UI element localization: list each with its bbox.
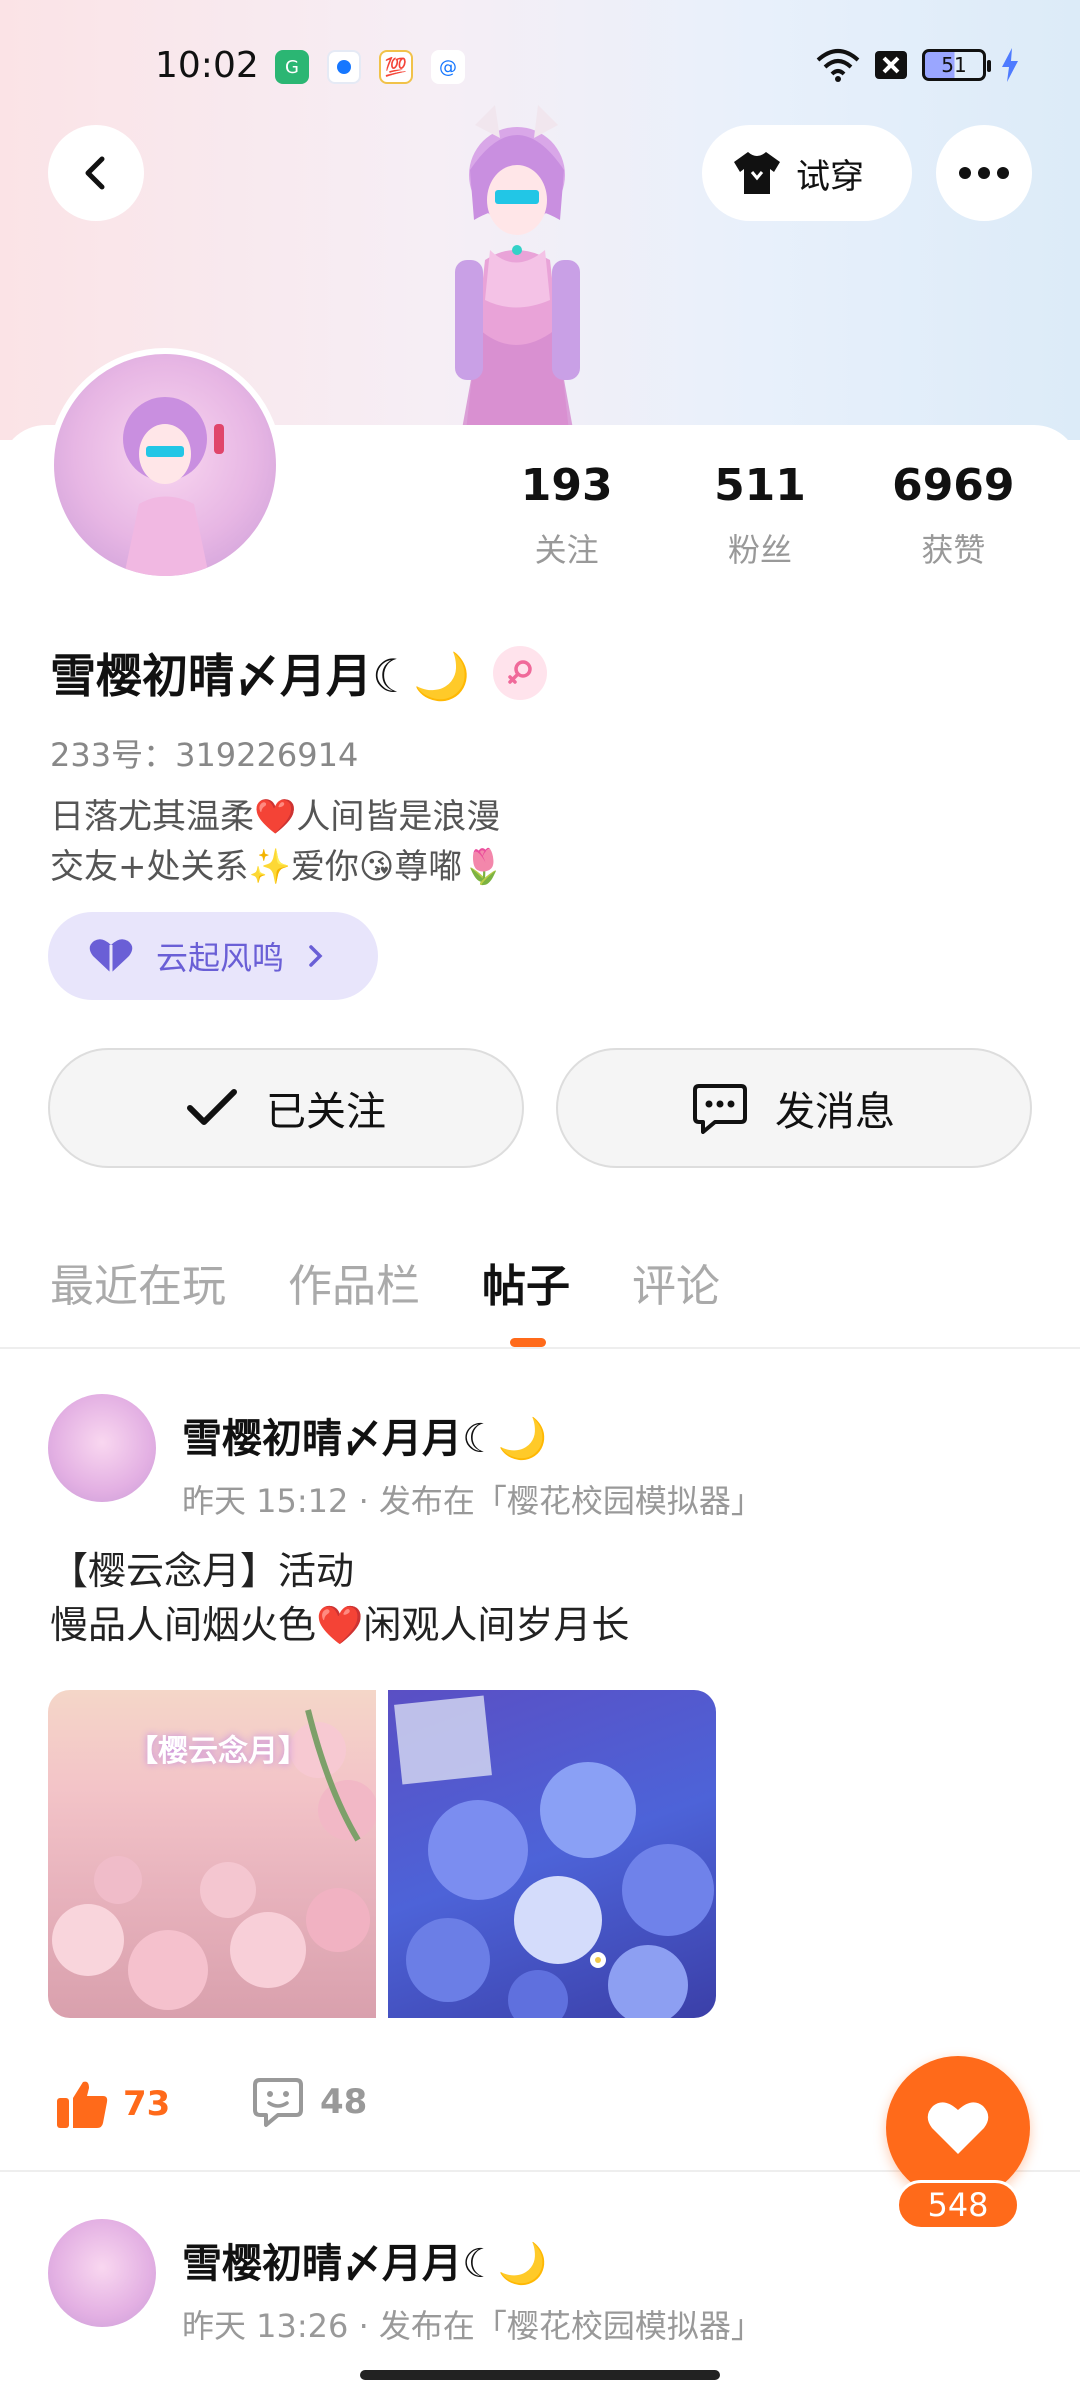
- tabs-divider: [0, 1347, 1080, 1349]
- followers-label: 粉丝: [727, 531, 792, 569]
- followed-button[interactable]: 已关注: [48, 1048, 524, 1168]
- user-id: 233号：319226914: [50, 736, 359, 774]
- app-notification-icon: @: [431, 50, 465, 84]
- profile-stats: 193 关注 511 粉丝 6969 获赞: [470, 460, 1050, 571]
- club-label: 云起风鸣: [156, 939, 285, 977]
- try-on-button[interactable]: 试穿: [702, 125, 912, 221]
- bio-line: 交友+处关系✨爱你😘尊嘟🌷: [50, 847, 505, 887]
- profile-name: 雪樱初晴〆月月☾🌙: [50, 649, 471, 703]
- battery-level: 51: [941, 53, 967, 77]
- app-notification-icon: 💯: [379, 50, 413, 84]
- following-count: 193: [520, 460, 613, 511]
- send-message-button[interactable]: 发消息: [556, 1048, 1032, 1168]
- comment-icon: [253, 2078, 303, 2127]
- status-time: 10:02: [155, 45, 259, 86]
- app-notification-icon: G: [275, 50, 309, 84]
- send-message-label: 发消息: [775, 1089, 895, 1135]
- bio-line: 日落尤其温柔❤️人间皆是浪漫: [50, 797, 501, 837]
- no-signal-icon: [875, 51, 907, 79]
- post-meta: 昨天 15:12 · 发布在「樱花校园模拟器」: [182, 1482, 763, 1520]
- floating-like-button[interactable]: [886, 2056, 1030, 2200]
- likes-received-label: 获赞: [921, 531, 986, 569]
- post-image[interactable]: 【樱云念月】: [48, 1690, 376, 2018]
- club-badge-button[interactable]: 云起风鸣: [48, 912, 378, 1000]
- post-text-line: 【樱云念月】活动: [50, 1549, 355, 1593]
- post-image[interactable]: [388, 1690, 716, 2018]
- female-gender-icon: [492, 646, 547, 700]
- heart-icon: [927, 2102, 989, 2154]
- more-options-button[interactable]: [936, 125, 1032, 221]
- thumbs-up-icon: [57, 2081, 108, 2128]
- floating-like-count: 548: [896, 2180, 1020, 2230]
- tshirt-icon: [734, 152, 780, 194]
- chat-bubble-icon: [693, 1084, 747, 1134]
- profile-name-row: 雪樱初晴〆月月☾🌙: [50, 640, 547, 706]
- charging-icon: [1002, 48, 1018, 82]
- more-dots-icon: [959, 167, 1009, 179]
- check-icon: [187, 1089, 237, 1125]
- image-caption: 【樱云念月】: [128, 1734, 308, 1769]
- post-author-name[interactable]: 雪樱初晴〆月月☾🌙: [182, 1406, 548, 1464]
- tab-posts[interactable]: 帖子: [482, 1250, 570, 1314]
- chevron-right-icon: [309, 945, 323, 967]
- followers-stat[interactable]: 511 粉丝: [663, 460, 856, 571]
- likes-received-stat[interactable]: 6969 获赞: [857, 460, 1050, 571]
- venus-icon: [507, 660, 532, 684]
- profile-tabs: 最近在玩 作品栏 帖子 评论: [50, 1250, 720, 1314]
- bio: 日落尤其温柔❤️人间皆是浪漫 交友+处关系✨爱你😘尊嘟🌷: [50, 792, 505, 892]
- post-comment-button[interactable]: 48: [252, 2076, 367, 2128]
- chevron-left-icon: [85, 156, 105, 190]
- avatar[interactable]: [48, 348, 282, 582]
- post-author-avatar[interactable]: [48, 2219, 156, 2327]
- post-text: 【樱云念月】活动 慢品人间烟火色❤️闲观人间岁月长: [50, 1544, 629, 1652]
- post-meta: 昨天 13:26 · 发布在「樱花校园模拟器」: [182, 2307, 763, 2345]
- tab-works[interactable]: 作品栏: [288, 1250, 420, 1314]
- app-notification-icon: [327, 50, 361, 84]
- following-stat[interactable]: 193 关注: [470, 460, 663, 571]
- avatar-character-image: [123, 397, 224, 576]
- wifi-icon: [816, 49, 860, 82]
- following-label: 关注: [534, 531, 599, 569]
- tab-comments[interactable]: 评论: [632, 1250, 720, 1314]
- followers-count: 511: [714, 460, 806, 511]
- post-comment-count: 48: [320, 2082, 368, 2122]
- active-tab-indicator: [510, 1338, 546, 1347]
- heart-icon: [89, 939, 133, 973]
- likes-received-count: 6969: [892, 460, 1015, 511]
- character-figure-image: [455, 105, 580, 440]
- back-button[interactable]: [48, 125, 144, 221]
- try-on-label: 试穿: [796, 156, 864, 197]
- home-indicator[interactable]: [360, 2370, 720, 2380]
- blue-roses-image: [394, 1695, 714, 2018]
- post-text-line: 慢品人间烟火色❤️闲观人间岁月长: [50, 1603, 630, 1647]
- battery-icon: 51: [922, 49, 991, 81]
- tab-recently-played[interactable]: 最近在玩: [50, 1250, 226, 1314]
- followed-label: 已关注: [266, 1089, 386, 1135]
- post-like-button[interactable]: 73: [55, 2078, 170, 2130]
- post-author-avatar[interactable]: [48, 1394, 156, 1502]
- post-like-count: 73: [123, 2084, 171, 2124]
- post-author-name[interactable]: 雪樱初晴〆月月☾🌙: [182, 2231, 548, 2289]
